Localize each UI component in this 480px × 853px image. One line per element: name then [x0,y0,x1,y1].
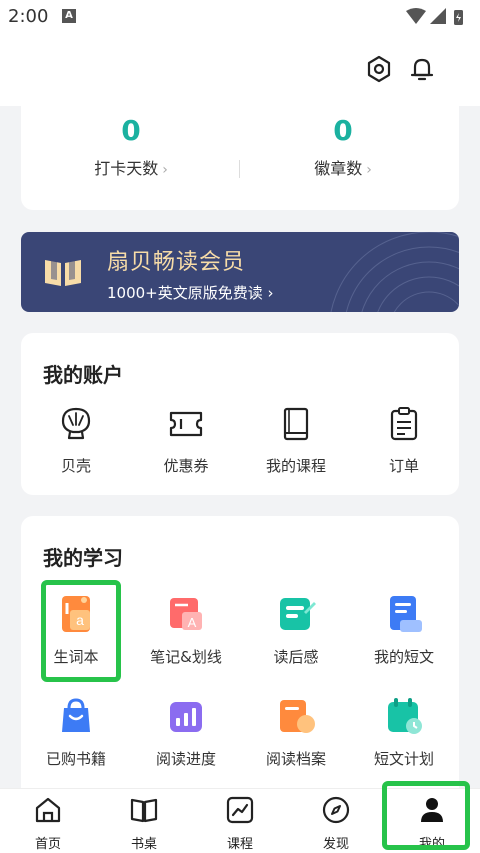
nav-label: 发现 [322,837,349,852]
open-book-icon [43,256,83,292]
vip-subtitle: 1000+英文原版免费读 › [107,284,274,302]
coupon-icon [167,405,205,443]
vip-membership-banner[interactable]: 扇贝畅读会员 1000+英文原版免费读 › [21,232,459,312]
account-item-label: 优惠券 [163,457,209,475]
checkin-days-value: 0 [121,114,141,147]
reflection-icon [276,594,316,634]
vocab-highlight-box [41,580,121,682]
account-item-shell[interactable]: 贝壳 [21,405,131,476]
account-item-coupon[interactable]: 优惠券 [131,405,241,476]
study-item-reflection[interactable]: 读后感 [241,594,351,667]
order-clipboard-icon [385,405,423,443]
vip-title: 扇贝畅读会员 [107,250,246,275]
study-item-label: 我的短文 [373,648,434,666]
shell-icon [57,405,95,443]
study-item-my-article[interactable]: 我的短文 [349,594,459,667]
purchased-books-icon [56,696,96,736]
settings-hexagon-icon[interactable] [364,54,394,84]
svg-text:A: A [188,615,197,630]
study-item-label: 已购书籍 [45,750,106,768]
study-item-reading-archive[interactable]: 阅读档案 [241,696,351,769]
divider [239,160,240,178]
study-item-label: 短文计划 [373,750,434,768]
nav-label: 书桌 [130,837,157,852]
course-chart-icon [225,795,255,825]
compass-icon [321,795,351,825]
badge-count-stat[interactable]: 0 徽章数 › [253,106,433,179]
stats-card: 0 打卡天数 › 0 徽章数 › [21,106,459,210]
profile-highlight-box [382,781,470,850]
study-item-label: 笔记&划线 [150,648,222,666]
desk-book-icon [129,795,159,825]
account-item-label: 订单 [388,457,419,475]
chevron-right-icon: › [162,162,168,178]
badge-count-label: 徽章数 › [314,159,372,178]
study-item-purchased-books[interactable]: 已购书籍 [21,696,131,769]
notification-icon: A [62,9,76,23]
status-indicators [406,8,468,30]
bottom-nav: 首页 书桌 课程 发现 我的 [0,781,480,853]
header [0,34,480,106]
account-item-label: 我的课程 [265,457,326,475]
nav-item-courses[interactable]: 课程 [192,795,288,852]
home-icon [33,795,63,825]
checkin-days-stat[interactable]: 0 打卡天数 › [41,106,221,179]
account-item-orders[interactable]: 订单 [349,405,459,476]
study-item-label: 阅读档案 [265,750,326,768]
study-item-label: 阅读进度 [155,750,216,768]
badge-count-value: 0 [333,114,353,147]
account-title: 我的账户 [43,363,123,387]
my-article-icon [384,594,424,634]
nav-label: 课程 [226,837,253,852]
nav-item-discover[interactable]: 发现 [288,795,384,852]
chevron-right-icon: › [366,162,372,178]
study-title: 我的学习 [43,546,123,570]
study-item-reading-progress[interactable]: 阅读进度 [131,696,241,769]
status-bar: 2:00 A [0,0,480,34]
account-item-label: 贝壳 [60,457,91,475]
account-card: 我的账户 贝壳 优惠券 我的课程 订单 [21,333,459,495]
wifi-icon [406,8,426,24]
nav-label: 首页 [34,837,61,852]
bell-icon[interactable] [407,54,437,84]
study-item-article-plan[interactable]: 短文计划 [349,696,459,769]
nav-item-desk[interactable]: 书桌 [96,795,192,852]
study-item-label: 读后感 [273,648,319,666]
account-item-courses[interactable]: 我的课程 [241,405,351,476]
nav-item-home[interactable]: 首页 [0,795,96,852]
course-book-icon [277,405,315,443]
status-time: 2:00 [8,6,49,27]
reading-archive-icon [276,696,316,736]
notes-icon: A [166,594,206,634]
study-item-notes[interactable]: A 笔记&划线 [131,594,241,667]
article-plan-icon [384,696,424,736]
decorative-rings [330,232,459,312]
checkin-days-label: 打卡天数 › [94,159,168,178]
reading-progress-icon [166,696,206,736]
profile-content[interactable]: 0 打卡天数 › 0 徽章数 › 扇贝畅读会员 1000+英文原版免费读 › 我… [0,106,480,788]
signal-icon [430,8,446,24]
